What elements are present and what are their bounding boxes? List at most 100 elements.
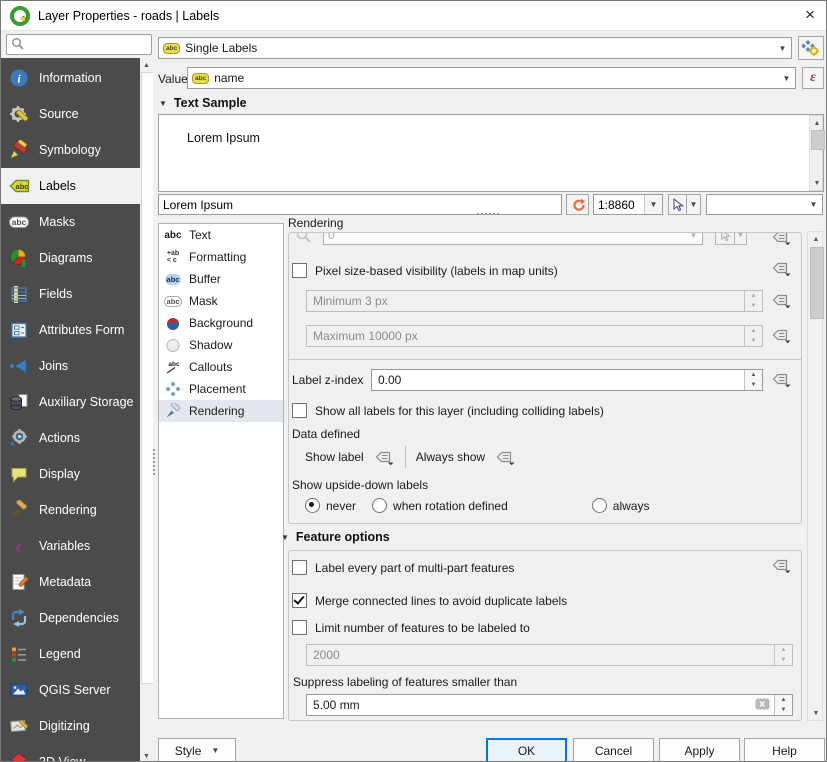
sidebar-item-masks[interactable]: abc Masks [1,204,140,240]
set-to-current-scale-button[interactable] [715,232,735,245]
expression-builder-button[interactable]: ε [802,67,824,89]
sidebar-item-joins[interactable]: Joins [1,348,140,384]
suppress-size-spinbox[interactable]: 5.00 mm ▲▼ [306,694,793,716]
data-defined-override-button[interactable] [771,260,792,277]
limit-features-checkbox[interactable] [292,620,307,635]
sidebar-item-attributes-form[interactable]: Attributes Form [1,312,140,348]
sidebar-item-metadata[interactable]: Metadata [1,564,140,600]
spinner-buttons[interactable]: ▲▼ [744,370,762,390]
chevron-down-icon[interactable]: ▼ [805,195,822,214]
clear-value-icon[interactable] [755,698,770,713]
tab-formatting[interactable]: +ab< c Formatting [159,246,283,268]
sidebar-item-fields[interactable]: Fields [1,276,140,312]
spinner-buttons[interactable]: ▲▼ [774,695,792,715]
automated-placement-settings-button[interactable] [798,36,824,60]
data-defined-override-button[interactable] [771,557,792,574]
show-label-override-button[interactable] [374,449,395,466]
radio-always[interactable] [592,498,607,513]
tab-placement[interactable]: Placement [159,378,283,400]
data-defined-override-button[interactable] [771,327,792,344]
tab-buffer[interactable]: abc Buffer [159,268,283,290]
z-index-spinbox[interactable]: 0.00 ▲▼ [371,369,763,391]
sidebar-scrollbar-thumb[interactable] [141,72,153,684]
sidebar-item-display[interactable]: Display [1,456,140,492]
scroll-down-icon[interactable]: ▼ [810,176,824,190]
scale-picker-dropdown[interactable]: ▼ [734,232,747,245]
map-scale-picker-button[interactable] [668,194,687,215]
maximum-pixel-size-spinbox[interactable]: Maximum 10000 px ▲▼ [306,325,763,347]
search-box[interactable] [6,34,152,55]
sidebar-item-qgis-server[interactable]: QGIS Server [1,672,140,708]
chevron-down-icon[interactable]: ▼ [644,195,662,214]
sidebar-item-legend[interactable]: Legend [1,636,140,672]
tab-rendering[interactable]: Rendering [159,400,283,422]
scroll-down-icon[interactable]: ▼ [140,749,153,762]
sidebar-item-information[interactable]: i Information [1,60,140,96]
data-defined-override-button[interactable] [771,232,792,246]
rendering-scrollbar-thumb[interactable] [810,247,824,319]
tab-text[interactable]: abc Text [159,224,283,246]
show-all-labels-checkbox[interactable] [292,403,307,418]
multi-part-checkbox[interactable] [292,560,307,575]
scale-combo[interactable]: ▼ [593,194,663,215]
spinner-buttons[interactable]: ▲▼ [774,645,792,665]
chevron-down-icon[interactable]: ▼ [685,232,702,244]
sidebar-item-symbology[interactable]: Symbology [1,132,140,168]
sidebar-item-rendering[interactable]: Rendering [1,492,140,528]
font-combo[interactable]: ▼ [706,194,823,215]
preview-scrollbar[interactable]: ▲ ▼ [809,115,823,191]
ok-button[interactable]: OK [486,738,567,762]
tab-background[interactable]: Background [159,312,283,334]
sidebar-item-source[interactable]: Source [1,96,140,132]
merge-lines-checkbox[interactable] [292,593,307,608]
cancel-button[interactable]: Cancel [573,738,654,762]
preview-scrollbar-thumb[interactable] [811,130,825,150]
sidebar-scrollbar[interactable]: ▲ ▼ [140,58,153,762]
style-button[interactable]: Style ▼ [158,738,236,762]
scroll-up-icon[interactable]: ▲ [808,232,824,246]
sidebar-item-dependencies[interactable]: Dependencies [1,600,140,636]
scale-input[interactable] [594,198,638,212]
scroll-down-icon[interactable]: ▼ [808,706,824,720]
map-scale-picker-dropdown[interactable]: ▼ [686,194,701,215]
sidebar-item-variables[interactable]: ε Variables [1,528,140,564]
splitter-handle-vertical[interactable] [153,449,155,475]
minimum-scale-combo[interactable]: 0 ▼ [323,232,703,245]
splitter-handle-horizontal[interactable] [477,213,499,215]
limit-features-spinbox[interactable]: 2000 ▲▼ [306,644,793,666]
apply-button[interactable]: Apply [659,738,740,762]
sidebar-item-auxiliary-storage[interactable]: Auxiliary Storage [1,384,140,420]
sidebar-item-digitizing[interactable]: Digitizing [1,708,140,744]
chevron-down-icon[interactable]: ▼ [778,68,795,88]
minimum-pixel-size-spinbox[interactable]: Minimum 3 px ▲▼ [306,290,763,312]
radio-when-rotation-defined[interactable] [372,498,387,513]
tab-shadow[interactable]: Shadow [159,334,283,356]
label-mode-combo[interactable]: abc Single Labels ▼ [158,37,792,59]
spinner-buttons[interactable]: ▲▼ [744,291,762,311]
search-input[interactable] [28,37,147,53]
chevron-down-icon[interactable]: ▼ [774,38,791,58]
feature-options-header[interactable]: ▼ Feature options [281,530,390,544]
tab-mask[interactable]: abc Mask [159,290,283,312]
close-icon[interactable]: × [805,5,815,25]
data-defined-override-button[interactable] [771,371,792,388]
rendering-panel-scrollbar[interactable]: ▲ ▼ [807,231,823,721]
tab-callouts[interactable]: abc Callouts [159,356,283,378]
spinner-buttons[interactable]: ▲▼ [744,326,762,346]
pixel-visibility-checkbox[interactable] [292,263,307,278]
radio-never[interactable] [305,498,320,513]
scroll-up-icon[interactable]: ▲ [810,116,824,130]
text-sample-header[interactable]: ▼ Text Sample [159,96,247,110]
sidebar-item-actions[interactable]: Actions [1,420,140,456]
value-field-combo[interactable]: abc name ▼ [187,67,796,89]
sample-text-input[interactable] [159,195,561,214]
epsilon-icon: ε [810,70,816,86]
data-defined-override-button[interactable] [771,292,792,309]
sidebar-item-3d-view[interactable]: 3D View [1,744,140,762]
scroll-up-icon[interactable]: ▲ [140,58,153,72]
sidebar-item-diagrams[interactable]: Diagrams [1,240,140,276]
sidebar-item-labels[interactable]: abc Labels [1,168,140,204]
help-button[interactable]: Help [744,738,825,762]
reset-sample-button[interactable] [566,194,589,215]
always-show-override-button[interactable] [495,449,516,466]
